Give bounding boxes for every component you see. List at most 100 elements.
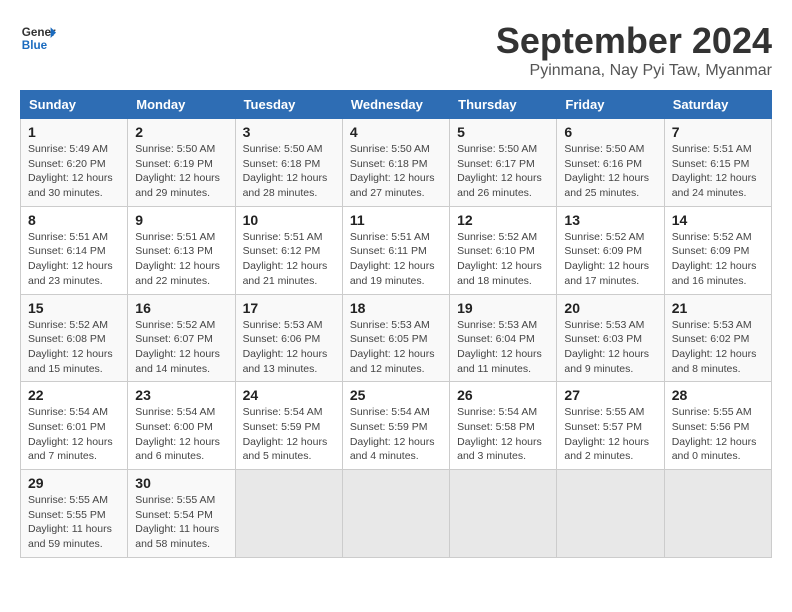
day-number: 22 (28, 387, 120, 403)
day-number: 13 (564, 212, 656, 228)
calendar-cell: 18 Sunrise: 5:53 AMSunset: 6:05 PMDayligh… (342, 294, 449, 382)
day-info: Sunrise: 5:50 AMSunset: 6:19 PMDaylight:… (135, 142, 227, 201)
day-info: Sunrise: 5:49 AMSunset: 6:20 PMDaylight:… (28, 142, 120, 201)
calendar-cell: 8Sunrise: 5:51 AMSunset: 6:14 PMDaylight… (21, 206, 128, 294)
calendar-subtitle: Pyinmana, Nay Pyi Taw, Myanmar (496, 62, 772, 80)
day-number: 19 (457, 300, 549, 316)
day-info: Sunrise: 5:51 AMSunset: 6:12 PMDaylight:… (243, 230, 335, 289)
day-info: Sunrise: 5:51 AMSunset: 6:11 PMDaylight:… (350, 230, 442, 289)
day-info: Sunrise: 5:54 AMSunset: 5:59 PMDaylight:… (350, 405, 442, 464)
calendar-cell: 21Sunrise: 5:53 AMSunset: 6:02 PMDayligh… (664, 294, 771, 382)
calendar-cell: 7 Sunrise: 5:51 AMSunset: 6:15 PMDaylight… (664, 119, 771, 207)
calendar-cell: 2 Sunrise: 5:50 AMSunset: 6:19 PMDaylight… (128, 119, 235, 207)
calendar-cell: 26 Sunrise: 5:54 AMSunset: 5:58 PMDayligh… (450, 382, 557, 470)
calendar-cell: 1 Sunrise: 5:49 AMSunset: 6:20 PMDaylight… (21, 119, 128, 207)
day-info: Sunrise: 5:50 AMSunset: 6:16 PMDaylight:… (564, 142, 656, 201)
calendar-cell: 13 Sunrise: 5:52 AMSunset: 6:09 PMDayligh… (557, 206, 664, 294)
calendar-cell: 27 Sunrise: 5:55 AMSunset: 5:57 PMDayligh… (557, 382, 664, 470)
day-number: 28 (672, 387, 764, 403)
day-number: 25 (350, 387, 442, 403)
day-number: 20 (564, 300, 656, 316)
col-header-tuesday: Tuesday (235, 91, 342, 119)
day-info: Sunrise: 5:52 AMSunset: 6:09 PMDaylight:… (672, 230, 764, 289)
calendar-cell: 22 Sunrise: 5:54 AMSunset: 6:01 PMDayligh… (21, 382, 128, 470)
day-info: Sunrise: 5:54 AMSunset: 6:00 PMDaylight:… (135, 405, 227, 464)
day-number: 14 (672, 212, 764, 228)
calendar-cell: 28 Sunrise: 5:55 AMSunset: 5:56 PMDayligh… (664, 382, 771, 470)
day-info: Sunrise: 5:55 AMSunset: 5:55 PMDaylight:… (28, 493, 120, 552)
calendar-cell: 5 Sunrise: 5:50 AMSunset: 6:17 PMDaylight… (450, 119, 557, 207)
day-number: 5 (457, 124, 549, 140)
col-header-monday: Monday (128, 91, 235, 119)
day-info: Sunrise: 5:52 AMSunset: 6:08 PMDaylight:… (28, 318, 120, 377)
day-number: 27 (564, 387, 656, 403)
calendar-cell: 29Sunrise: 5:55 AMSunset: 5:55 PMDayligh… (21, 470, 128, 558)
calendar-cell: 11 Sunrise: 5:51 AMSunset: 6:11 PMDayligh… (342, 206, 449, 294)
day-number: 6 (564, 124, 656, 140)
calendar-cell: 10 Sunrise: 5:51 AMSunset: 6:12 PMDayligh… (235, 206, 342, 294)
calendar-cell (342, 470, 449, 558)
day-number: 1 (28, 124, 120, 140)
day-info: Sunrise: 5:50 AMSunset: 6:18 PMDaylight:… (243, 142, 335, 201)
day-number: 7 (672, 124, 764, 140)
calendar-cell (450, 470, 557, 558)
day-info: Sunrise: 5:54 AMSunset: 6:01 PMDaylight:… (28, 405, 120, 464)
calendar-cell (557, 470, 664, 558)
day-number: 2 (135, 124, 227, 140)
day-number: 26 (457, 387, 549, 403)
day-info: Sunrise: 5:55 AMSunset: 5:54 PMDaylight:… (135, 493, 227, 552)
day-info: Sunrise: 5:51 AMSunset: 6:13 PMDaylight:… (135, 230, 227, 289)
calendar-week-row: 8Sunrise: 5:51 AMSunset: 6:14 PMDaylight… (21, 206, 772, 294)
logo: General Blue (20, 20, 56, 56)
day-info: Sunrise: 5:54 AMSunset: 5:59 PMDaylight:… (243, 405, 335, 464)
calendar-cell: 9 Sunrise: 5:51 AMSunset: 6:13 PMDaylight… (128, 206, 235, 294)
calendar-title: September 2024 (496, 20, 772, 62)
col-header-wednesday: Wednesday (342, 91, 449, 119)
day-number: 15 (28, 300, 120, 316)
day-number: 18 (350, 300, 442, 316)
calendar-cell: 15 Sunrise: 5:52 AMSunset: 6:08 PMDayligh… (21, 294, 128, 382)
calendar-table: SundayMondayTuesdayWednesdayThursdayFrid… (20, 90, 772, 558)
day-number: 16 (135, 300, 227, 316)
day-info: Sunrise: 5:53 AMSunset: 6:05 PMDaylight:… (350, 318, 442, 377)
day-number: 10 (243, 212, 335, 228)
calendar-week-row: 1 Sunrise: 5:49 AMSunset: 6:20 PMDaylight… (21, 119, 772, 207)
day-info: Sunrise: 5:55 AMSunset: 5:57 PMDaylight:… (564, 405, 656, 464)
calendar-cell (235, 470, 342, 558)
calendar-cell: 30Sunrise: 5:55 AMSunset: 5:54 PMDayligh… (128, 470, 235, 558)
day-number: 24 (243, 387, 335, 403)
logo-icon: General Blue (20, 20, 56, 56)
col-header-friday: Friday (557, 91, 664, 119)
svg-text:Blue: Blue (22, 39, 48, 52)
calendar-cell: 3 Sunrise: 5:50 AMSunset: 6:18 PMDaylight… (235, 119, 342, 207)
day-info: Sunrise: 5:53 AMSunset: 6:03 PMDaylight:… (564, 318, 656, 377)
calendar-week-row: 22 Sunrise: 5:54 AMSunset: 6:01 PMDayligh… (21, 382, 772, 470)
day-number: 9 (135, 212, 227, 228)
page-header: General Blue September 2024 Pyinmana, Na… (20, 20, 772, 80)
calendar-week-row: 29Sunrise: 5:55 AMSunset: 5:55 PMDayligh… (21, 470, 772, 558)
calendar-cell: 17Sunrise: 5:53 AMSunset: 6:06 PMDayligh… (235, 294, 342, 382)
day-info: Sunrise: 5:52 AMSunset: 6:09 PMDaylight:… (564, 230, 656, 289)
calendar-cell: 12 Sunrise: 5:52 AMSunset: 6:10 PMDayligh… (450, 206, 557, 294)
day-number: 3 (243, 124, 335, 140)
day-number: 23 (135, 387, 227, 403)
col-header-saturday: Saturday (664, 91, 771, 119)
day-info: Sunrise: 5:51 AMSunset: 6:15 PMDaylight:… (672, 142, 764, 201)
day-number: 17 (243, 300, 335, 316)
day-number: 21 (672, 300, 764, 316)
calendar-cell: 20 Sunrise: 5:53 AMSunset: 6:03 PMDayligh… (557, 294, 664, 382)
calendar-header-row: SundayMondayTuesdayWednesdayThursdayFrid… (21, 91, 772, 119)
calendar-cell: 23 Sunrise: 5:54 AMSunset: 6:00 PMDayligh… (128, 382, 235, 470)
calendar-cell: 25 Sunrise: 5:54 AMSunset: 5:59 PMDayligh… (342, 382, 449, 470)
day-info: Sunrise: 5:52 AMSunset: 6:10 PMDaylight:… (457, 230, 549, 289)
calendar-cell: 14 Sunrise: 5:52 AMSunset: 6:09 PMDayligh… (664, 206, 771, 294)
day-info: Sunrise: 5:50 AMSunset: 6:17 PMDaylight:… (457, 142, 549, 201)
day-number: 11 (350, 212, 442, 228)
day-info: Sunrise: 5:54 AMSunset: 5:58 PMDaylight:… (457, 405, 549, 464)
col-header-sunday: Sunday (21, 91, 128, 119)
day-info: Sunrise: 5:55 AMSunset: 5:56 PMDaylight:… (672, 405, 764, 464)
calendar-cell: 16Sunrise: 5:52 AMSunset: 6:07 PMDayligh… (128, 294, 235, 382)
calendar-cell: 6 Sunrise: 5:50 AMSunset: 6:16 PMDaylight… (557, 119, 664, 207)
day-number: 4 (350, 124, 442, 140)
day-number: 12 (457, 212, 549, 228)
